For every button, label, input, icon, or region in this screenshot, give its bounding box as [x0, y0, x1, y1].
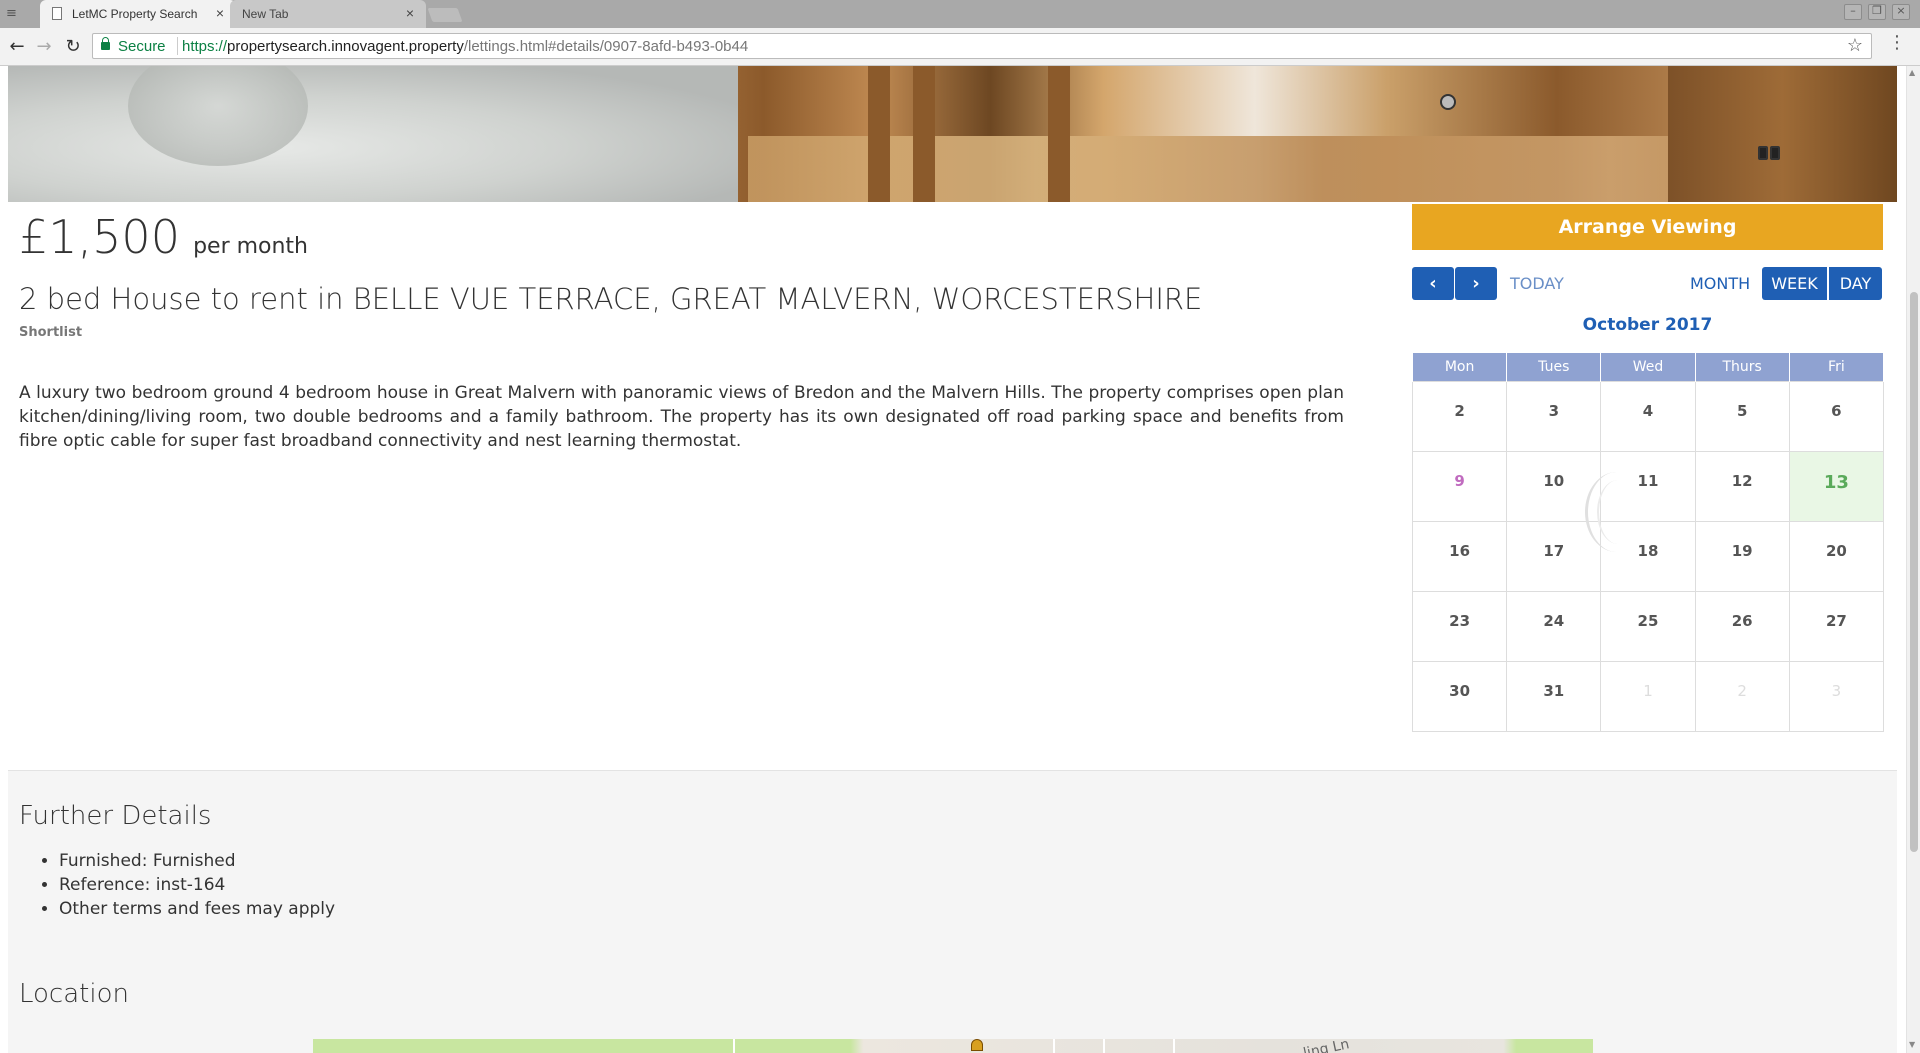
list-item: Reference: inst-164	[59, 873, 335, 897]
list-item: Other terms and fees may apply	[59, 897, 335, 921]
secure-label: Secure	[118, 38, 166, 55]
forward-icon[interactable]: →	[33, 36, 55, 57]
price: £1,500 per month	[19, 210, 308, 264]
tab-title: LetMC Property Search	[72, 7, 198, 21]
calendar-grid: Mon Tues Wed Thurs Fri 2 3 4 5 6 9 10 11…	[1411, 352, 1885, 732]
arrange-viewing-button[interactable]: Arrange Viewing	[1412, 204, 1883, 250]
calendar-day-next-month: 1	[1600, 661, 1696, 732]
tab-new-tab[interactable]: New Tab ×	[230, 0, 426, 28]
property-description: A luxury two bedroom ground 4 bedroom ho…	[19, 383, 1344, 451]
page-scrollbar[interactable]: ▲ ▼	[1906, 66, 1920, 1053]
calendar-day[interactable]: 26	[1694, 591, 1790, 662]
calendar-day[interactable]: 3	[1506, 381, 1602, 452]
further-details-section: Further Details Furnished: Furnished Ref…	[8, 770, 1897, 1053]
weekday-header: Mon	[1411, 352, 1508, 382]
calendar-day[interactable]: 6	[1788, 381, 1885, 452]
tab-title: New Tab	[242, 7, 289, 21]
calendar-day[interactable]: 27	[1788, 591, 1885, 662]
map-street-label: ling Ln	[1301, 1039, 1351, 1053]
weekday-header: Thurs	[1694, 352, 1790, 382]
calendar-week-row: 30 31 1 2 3	[1411, 661, 1885, 732]
calendar-day[interactable]: 30	[1411, 661, 1508, 732]
calendar-week-row: 9 10 11 12 13	[1411, 451, 1885, 522]
calendar-day[interactable]: 9	[1411, 451, 1508, 522]
calendar-day[interactable]: 12	[1694, 451, 1790, 522]
calendar-day[interactable]: 19	[1694, 521, 1790, 592]
close-icon[interactable]: ×	[216, 5, 224, 21]
location-heading: Location	[19, 979, 129, 1009]
url-text[interactable]: https://propertysearch.innovagent.proper…	[182, 38, 748, 55]
reload-icon[interactable]: ↻	[62, 36, 84, 57]
calendar-today-button[interactable]: TODAY	[1510, 274, 1564, 293]
browser-tabstrip: ≡ LetMC Property Search × New Tab × – ❐ …	[0, 0, 1920, 28]
calendar-prev-button[interactable]: ‹	[1412, 267, 1454, 300]
calendar-day-next-month: 2	[1694, 661, 1790, 732]
calendar-day[interactable]: 5	[1694, 381, 1790, 452]
more-menu-icon[interactable]: ⋮	[1888, 34, 1906, 52]
close-icon[interactable]: ×	[406, 5, 414, 21]
calendar-week-view-button[interactable]: WEEK	[1762, 267, 1827, 300]
calendar-day[interactable]: 25	[1600, 591, 1696, 662]
calendar-week-row: 2 3 4 5 6	[1411, 381, 1885, 452]
calendar-day[interactable]: 31	[1506, 661, 1602, 732]
calendar-day[interactable]: 2	[1411, 381, 1508, 452]
weekday-header: Wed	[1600, 352, 1696, 382]
restore-icon[interactable]: ❐	[1868, 4, 1886, 20]
minimize-icon[interactable]: –	[1844, 4, 1862, 20]
calendar-next-button[interactable]: ›	[1455, 267, 1497, 300]
page-content: £1,500 per month 2 bed House to rent in …	[0, 66, 1906, 1053]
address-bar[interactable]: Secure https://propertysearch.innovagent…	[92, 33, 1872, 59]
shortlist-link[interactable]: Shortlist	[19, 325, 82, 340]
calendar-day[interactable]: 17	[1506, 521, 1602, 592]
back-icon[interactable]: ←	[6, 36, 28, 57]
calendar-week-row: 23 24 25 26 27	[1411, 591, 1885, 662]
bookmark-star-icon[interactable]: ☆	[1847, 35, 1863, 56]
calendar-month-view-button[interactable]: MONTH	[1690, 274, 1750, 293]
weekday-header: Fri	[1788, 352, 1885, 382]
calendar-day[interactable]: 24	[1506, 591, 1602, 662]
property-title: 2 bed House to rent in BELLE VUE TERRACE…	[19, 282, 1203, 316]
incognito-menu-icon[interactable]: ≡	[6, 6, 24, 22]
further-details-heading: Further Details	[19, 801, 212, 831]
list-item: Furnished: Furnished	[59, 849, 335, 873]
new-tab-button[interactable]	[427, 8, 463, 22]
browser-toolbar: ← → ↻ Secure https://propertysearch.inno…	[0, 28, 1920, 66]
calendar-day-selected[interactable]: 13	[1788, 451, 1885, 522]
property-photo	[8, 66, 1897, 202]
calendar-day[interactable]: 23	[1411, 591, 1508, 662]
calendar-day-view-button[interactable]: DAY	[1829, 267, 1882, 300]
scroll-down-icon[interactable]: ▼	[1909, 1040, 1915, 1049]
details-list: Furnished: Furnished Reference: inst-164…	[19, 849, 335, 921]
location-map[interactable]: ling Ln	[313, 1039, 1593, 1053]
calendar-day-next-month: 3	[1788, 661, 1885, 732]
price-amount: £1,500	[19, 210, 180, 264]
photo-sofa	[8, 66, 738, 202]
calendar-week-row: 16 17 18 19 20	[1411, 521, 1885, 592]
lock-icon	[101, 37, 110, 50]
scroll-up-icon[interactable]: ▲	[1909, 68, 1915, 77]
page-icon	[52, 7, 62, 20]
calendar-day[interactable]: 4	[1600, 381, 1696, 452]
scrollbar-thumb[interactable]	[1910, 292, 1918, 852]
calendar-heading: October 2017	[1582, 315, 1713, 335]
calendar-day[interactable]: 16	[1411, 521, 1508, 592]
calendar-day[interactable]: 20	[1788, 521, 1885, 592]
map-pin-icon[interactable]	[971, 1039, 983, 1051]
tab-letmc-property-search[interactable]: LetMC Property Search ×	[40, 0, 236, 28]
price-period: per month	[193, 234, 309, 259]
close-window-icon[interactable]: ×	[1892, 4, 1910, 20]
weekday-header: Tues	[1506, 352, 1602, 382]
